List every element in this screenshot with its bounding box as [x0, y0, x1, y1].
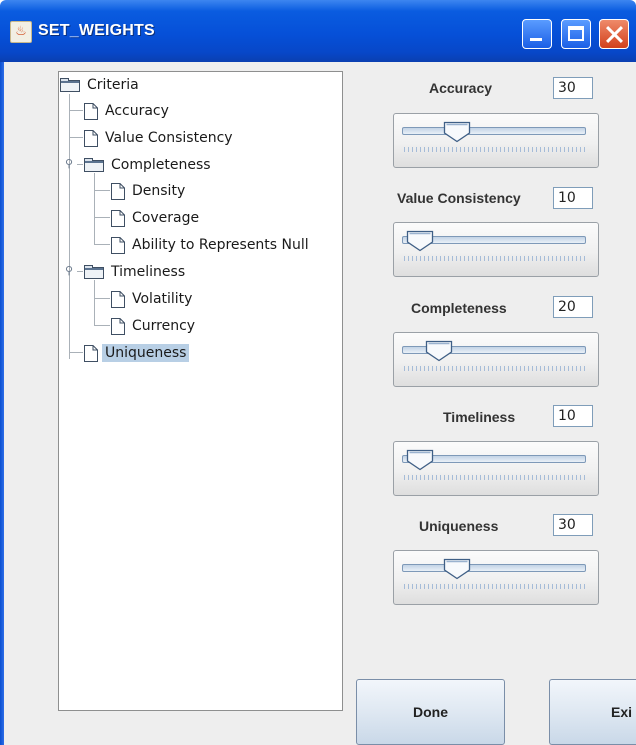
slider-ticks: [404, 256, 586, 261]
document-icon: [111, 236, 125, 254]
tree-item-density[interactable]: Density: [111, 180, 188, 202]
tree-line: [94, 280, 95, 326]
weight-field-completeness[interactable]: 20: [553, 296, 593, 318]
weight-slider-value-consistency[interactable]: [393, 222, 599, 277]
tree-line: [69, 352, 83, 353]
tree-item-label: Currency: [132, 318, 196, 334]
weight-label-timeliness: Timeliness: [443, 409, 516, 425]
tree-item-label: Uniqueness: [102, 344, 190, 362]
tree-line: [77, 164, 83, 165]
document-icon: [84, 344, 98, 362]
weight-slider-timeliness[interactable]: [393, 441, 599, 496]
tree-item-ability-null[interactable]: Ability to Represents Null: [111, 234, 312, 256]
done-button[interactable]: Done: [356, 679, 505, 745]
tree-item-completeness[interactable]: Completeness: [84, 154, 214, 176]
tree-line: [77, 271, 83, 272]
tree-line: [94, 190, 110, 191]
weight-label-value-consistency: Value Consistency: [397, 190, 521, 206]
tree-item-label: Accuracy: [105, 103, 169, 119]
tree-root-label: Criteria: [87, 77, 139, 93]
slider-ticks: [404, 584, 586, 589]
minimize-button[interactable]: [522, 19, 552, 49]
exit-button[interactable]: Exi: [549, 679, 636, 745]
folder-icon: [84, 158, 104, 172]
close-button[interactable]: [599, 19, 629, 49]
expand-handle-icon[interactable]: ⚲: [65, 158, 73, 170]
weight-field-timeliness[interactable]: 10: [553, 405, 593, 427]
tree-item-uniqueness[interactable]: Uniqueness: [84, 342, 190, 364]
tree-line: [94, 217, 110, 218]
slider-track: [402, 127, 586, 135]
tree-item-currency[interactable]: Currency: [111, 315, 198, 337]
tree-line: [69, 110, 83, 111]
folder-icon: [60, 78, 80, 92]
tree-item-volatility[interactable]: Volatility: [111, 288, 195, 310]
document-icon: [111, 209, 125, 227]
maximize-button[interactable]: [561, 19, 591, 49]
tree-item-label: Volatility: [132, 291, 193, 307]
tree-item-coverage[interactable]: Coverage: [111, 207, 202, 229]
weight-field-uniqueness[interactable]: 30: [553, 514, 593, 536]
weight-label-uniqueness: Uniqueness: [419, 518, 499, 534]
document-icon: [84, 102, 98, 120]
weight-label-completeness: Completeness: [411, 300, 507, 316]
weight-slider-completeness[interactable]: [393, 332, 599, 387]
weight-slider-accuracy[interactable]: [393, 113, 599, 168]
expand-handle-icon[interactable]: ⚲: [65, 265, 73, 277]
slider-thumb[interactable]: [443, 121, 471, 143]
tree-item-label: Ability to Represents Null: [132, 237, 309, 253]
tree-item-label: Timeliness: [111, 264, 186, 280]
tree-line: [69, 137, 83, 138]
tree-item-timeliness[interactable]: Timeliness: [84, 261, 188, 283]
slider-thumb[interactable]: [406, 449, 434, 471]
tree-item-value-consistency[interactable]: Value Consistency: [84, 127, 236, 149]
slider-thumb[interactable]: [406, 230, 434, 252]
weight-field-accuracy[interactable]: 30: [553, 77, 593, 99]
slider-ticks: [404, 366, 586, 371]
slider-track: [402, 564, 586, 572]
tree-item-label: Completeness: [111, 157, 211, 173]
window-title: SET_WEIGHTS: [38, 22, 155, 39]
title-bar: ♨ SET_WEIGHTS: [0, 0, 636, 62]
document-icon: [111, 182, 125, 200]
tree-item-accuracy[interactable]: Accuracy: [84, 100, 172, 122]
tree-line: [94, 298, 110, 299]
criteria-tree[interactable]: ⚲ ⚲ Criteria Accuracy Value Consistency …: [58, 71, 343, 711]
weight-field-value-consistency[interactable]: 10: [553, 187, 593, 209]
tree-line: [69, 94, 70, 359]
tree-item-label: Coverage: [132, 210, 200, 226]
tree-item-label: Density: [132, 183, 186, 199]
tree-item-label: Value Consistency: [105, 130, 233, 146]
document-icon: [111, 317, 125, 335]
document-icon: [84, 129, 98, 147]
tree-root[interactable]: Criteria: [60, 74, 142, 96]
java-app-icon: ♨: [10, 21, 32, 43]
weight-slider-uniqueness[interactable]: [393, 550, 599, 605]
document-icon: [111, 290, 125, 308]
slider-thumb[interactable]: [443, 558, 471, 580]
slider-ticks: [404, 147, 586, 152]
window-border: [0, 62, 4, 745]
tree-line: [94, 173, 95, 245]
folder-icon: [84, 265, 104, 279]
slider-thumb[interactable]: [425, 340, 453, 362]
weight-label-accuracy: Accuracy: [429, 80, 493, 96]
slider-ticks: [404, 475, 586, 480]
tree-line: [94, 325, 110, 326]
tree-line: [94, 244, 110, 245]
